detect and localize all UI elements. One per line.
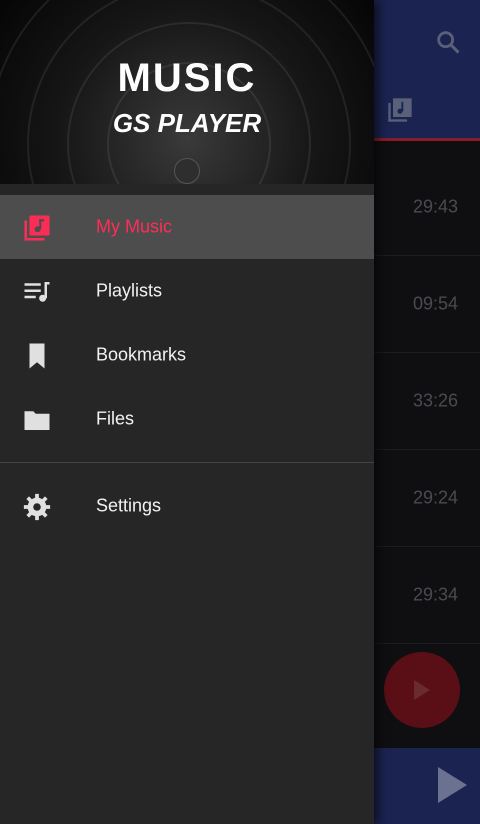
- drawer-item-label: Files: [96, 408, 135, 429]
- drawer-divider: [0, 462, 374, 463]
- play-fab-button[interactable]: [384, 652, 460, 728]
- search-icon[interactable]: [434, 28, 462, 56]
- play-icon: [438, 767, 467, 803]
- playlist-icon: [22, 277, 52, 307]
- drawer-item-settings[interactable]: Settings: [0, 474, 374, 538]
- play-icon: [414, 680, 430, 700]
- track-duration: 29:43: [412, 196, 458, 216]
- logo-seal: [174, 158, 200, 184]
- music-tab-icon[interactable]: [386, 96, 414, 124]
- drawer-item-my-music[interactable]: My Music: [0, 195, 374, 259]
- mini-player[interactable]: [374, 748, 480, 824]
- list-item[interactable]: 09:54: [374, 255, 480, 353]
- logo-subtitle: GS PLAYER: [112, 108, 262, 138]
- list-item[interactable]: 29:34: [374, 546, 480, 644]
- drawer-item-label: My Music: [96, 216, 172, 237]
- list-item[interactable]: 29:24: [374, 449, 480, 547]
- track-duration: 29:34: [412, 584, 458, 604]
- list-item[interactable]: 33:26: [374, 352, 480, 450]
- bookmark-icon: [22, 341, 52, 371]
- drawer-item-files[interactable]: Files: [0, 387, 374, 451]
- gear-icon: [22, 492, 52, 522]
- music-library-icon: [22, 213, 52, 243]
- drawer-item-label: Playlists: [96, 280, 163, 301]
- track-duration: 29:24: [412, 487, 458, 507]
- track-duration: 09:54: [412, 293, 458, 313]
- list-item[interactable]: 29:43: [374, 158, 480, 256]
- track-duration: 33:26: [412, 390, 458, 410]
- drawer-item-bookmarks[interactable]: Bookmarks: [0, 323, 374, 387]
- drawer-header: MUSIC GS PLAYER: [0, 0, 374, 184]
- folder-icon: [22, 405, 52, 435]
- drawer-item-playlists[interactable]: Playlists: [0, 259, 374, 323]
- drawer-item-label: Settings: [96, 495, 162, 516]
- drawer-item-label: Bookmarks: [96, 344, 187, 365]
- logo-title: MUSIC: [117, 56, 257, 100]
- navigation-drawer: MUSIC GS PLAYER My Music Playlists Bookm…: [0, 0, 374, 824]
